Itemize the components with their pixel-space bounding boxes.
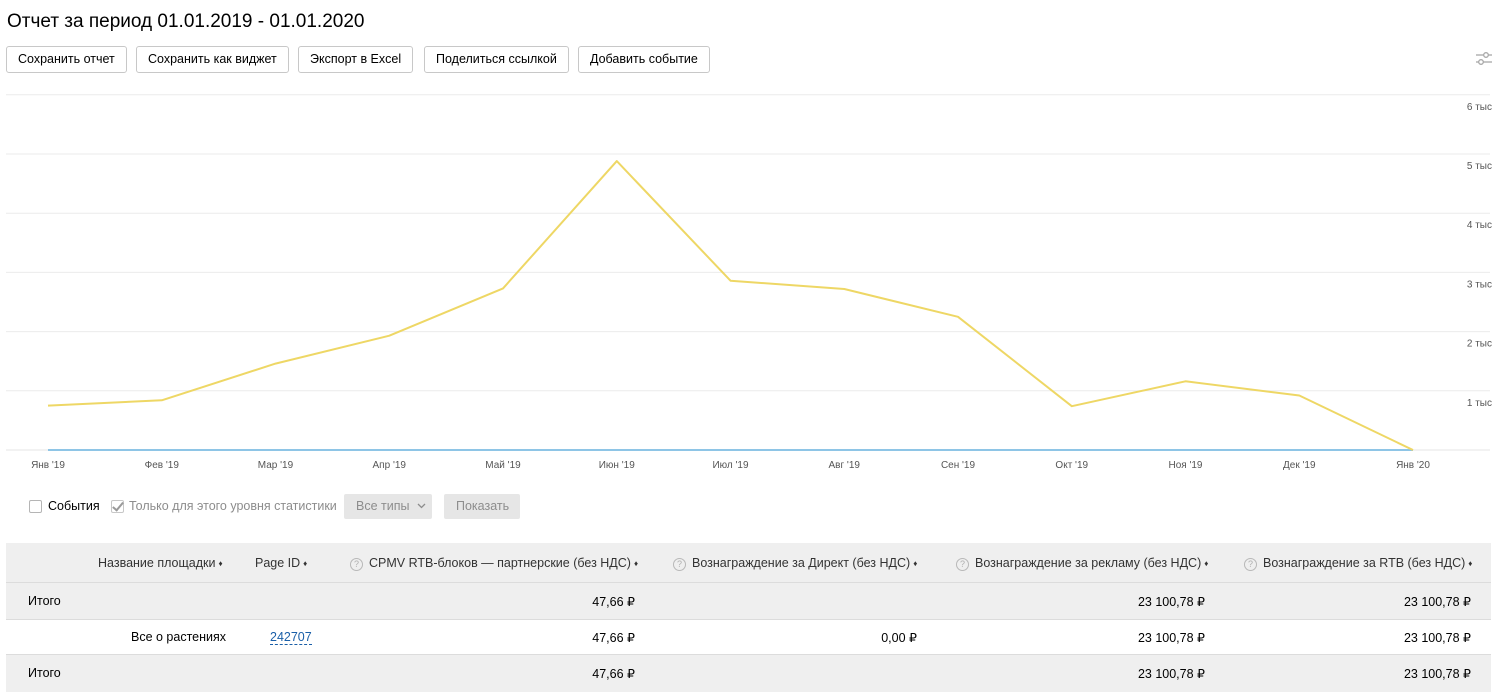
header-ads-reward[interactable]: ? Вознаграждение за рекламу (без НДС) ♦: [956, 556, 1208, 571]
x-tick-label: Июн '19: [599, 460, 635, 471]
x-tick-label: Апр '19: [373, 460, 407, 471]
header-page-id-label: Page ID: [255, 556, 301, 570]
add-event-button[interactable]: Добавить событие: [578, 46, 710, 73]
series-line: [47, 160, 1414, 451]
header-rtb-reward[interactable]: ? Вознаграждение за RTB (без НДС) ♦: [1244, 556, 1472, 571]
y-tick-label: 3 тыс: [1467, 279, 1492, 290]
sort-icon: ♦: [913, 559, 918, 568]
x-tick-label: Фев '19: [145, 460, 180, 471]
total-ads-reward: 23 100,78 ₽: [1137, 667, 1205, 681]
y-tick-label: 1 тыс: [1467, 398, 1492, 409]
header-direct-reward[interactable]: ? Вознаграждение за Директ (без НДС) ♦: [673, 556, 917, 571]
chevron-down-icon: [417, 503, 426, 509]
x-tick-label: Янв '20: [1396, 460, 1430, 471]
export-excel-button[interactable]: Экспорт в Excel: [298, 46, 414, 73]
sort-icon: ♦: [1468, 559, 1473, 568]
settings-sliders-icon[interactable]: [1475, 50, 1493, 68]
x-tick-label: Сен '19: [941, 460, 976, 471]
page-id-link-text[interactable]: 242707: [270, 630, 312, 645]
show-events-button[interactable]: Показать: [444, 494, 520, 519]
help-icon[interactable]: ?: [350, 558, 363, 571]
events-checkbox-label: События: [48, 499, 100, 513]
chart-svg: 1 тыс 2 тыс 3 тыс 4 тыс 5 тыс 6 тыс Янв '19 Фев…: [6, 94, 1492, 471]
table-total-row-bottom: Итого 47,66 ₽ 23 100,78 ₽ 23 100,78 ₽: [6, 655, 1491, 692]
level-only-checkbox[interactable]: [111, 500, 124, 513]
share-link-button[interactable]: Поделиться ссылкой: [424, 46, 569, 73]
x-tick-label: Авг '19: [829, 460, 861, 471]
header-cpmv-label: CPMV RTB-блоков — партнерские (без НДС): [369, 556, 631, 570]
header-site-name-label: Название площадки: [98, 556, 216, 570]
sort-icon: ♦: [218, 559, 223, 568]
y-tick-label: 5 тыс: [1467, 161, 1492, 172]
direct-reward-cell: 0,00 ₽: [881, 631, 917, 645]
help-icon[interactable]: ?: [673, 558, 686, 571]
total-label: Итого: [28, 594, 61, 608]
ads-reward-cell: 23 100,78 ₽: [1137, 631, 1205, 645]
table-row: Все о растениях 242707 47,66 ₽ 0,00 ₽ 23…: [6, 620, 1491, 655]
x-tick-label: Июл '19: [712, 460, 749, 471]
header-ads-reward-label: Вознаграждение за рекламу (без НДС): [975, 556, 1202, 570]
help-icon[interactable]: ?: [956, 558, 969, 571]
events-filter-bar: События Только для этого уровня статисти…: [0, 493, 1505, 521]
sort-icon: ♦: [1204, 559, 1209, 568]
total-label: Итого: [28, 666, 61, 680]
total-ads-reward: 23 100,78 ₽: [1137, 595, 1205, 609]
event-types-select-value: Все типы: [356, 499, 410, 513]
x-tick-label: Окт '19: [1055, 460, 1088, 471]
y-tick-label: 4 тыс: [1467, 220, 1492, 231]
x-tick-label: Янв '19: [31, 460, 65, 471]
header-page-id[interactable]: Page ID ♦: [255, 556, 307, 570]
cpmv-cell: 47,66 ₽: [592, 631, 635, 645]
help-icon[interactable]: ?: [1244, 558, 1257, 571]
total-cpmv: 47,66 ₽: [592, 667, 635, 681]
header-rtb-reward-label: Вознаграждение за RTB (без НДС): [1263, 556, 1466, 570]
header-cpmv[interactable]: ? CPMV RTB-блоков — партнерские (без НДС)…: [350, 556, 638, 571]
sort-icon: ♦: [303, 559, 308, 568]
x-tick-label: Ноя '19: [1168, 460, 1202, 471]
y-tick-label: 6 тыс: [1467, 102, 1492, 113]
header-direct-reward-label: Вознаграждение за Директ (без НДС): [692, 556, 911, 570]
total-rtb-reward: 23 100,78 ₽: [1403, 667, 1471, 681]
events-checkbox[interactable]: [29, 500, 42, 513]
header-site-name[interactable]: Название площадки ♦: [98, 556, 223, 570]
total-cpmv: 47,66 ₽: [592, 595, 635, 609]
page-title: Отчет за период 01.01.2019 - 01.01.2020: [7, 11, 365, 32]
rtb-reward-cell: 23 100,78 ₽: [1403, 631, 1471, 645]
x-tick-label: Мар '19: [258, 460, 294, 471]
table-header-row: Название площадки ♦ Page ID ♦ ? CPMV RTB-бл…: [6, 543, 1491, 583]
event-types-select[interactable]: Все типы: [344, 494, 432, 519]
revenue-line-chart: 1 тыс 2 тыс 3 тыс 4 тыс 5 тыс 6 тыс Янв '19 Фев…: [0, 88, 1505, 480]
y-tick-label: 2 тыс: [1467, 339, 1492, 350]
save-as-widget-button[interactable]: Сохранить как виджет: [136, 46, 289, 73]
total-rtb-reward: 23 100,78 ₽: [1403, 595, 1471, 609]
sort-icon: ♦: [633, 559, 639, 568]
site-name-cell: Все о растениях: [131, 630, 227, 644]
x-tick-label: Дек '19: [1283, 460, 1316, 471]
table-total-row-top: Итого 47,66 ₽ 23 100,78 ₽ 23 100,78 ₽: [6, 583, 1491, 620]
level-only-checkbox-label: Только для этого уровня статистики: [129, 499, 337, 513]
page-id-link[interactable]: 242707: [270, 630, 312, 645]
x-tick-label: Май '19: [485, 460, 521, 471]
save-report-button[interactable]: Сохранить отчет: [6, 46, 127, 73]
